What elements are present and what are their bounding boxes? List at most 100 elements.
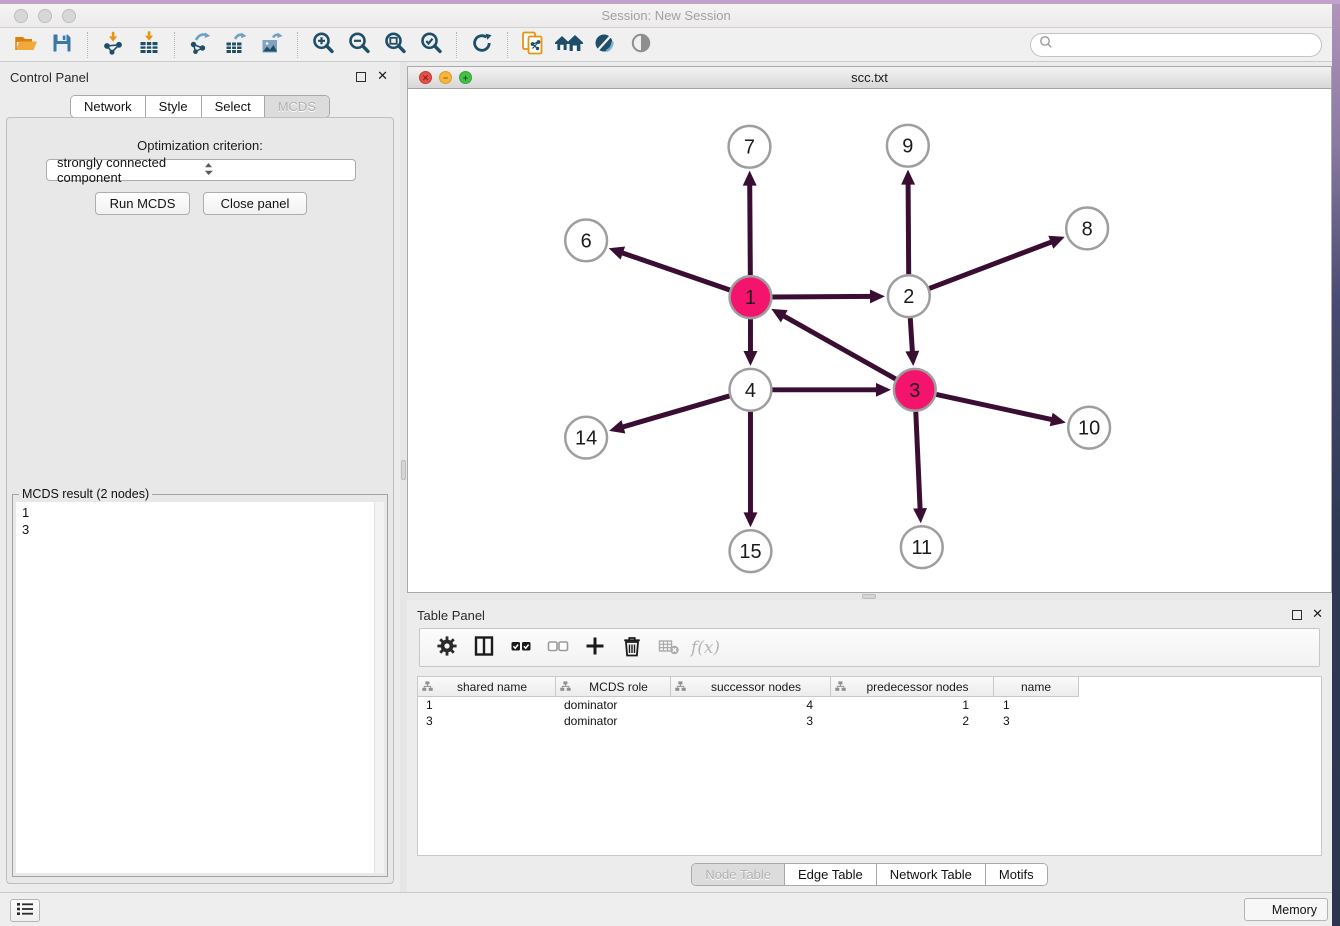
tab-network[interactable]: Network <box>71 96 146 117</box>
close-panel-icon[interactable]: ✕ <box>1312 606 1323 622</box>
float-panel-icon[interactable] <box>1292 610 1302 620</box>
sort-hierarchy-icon <box>422 681 433 692</box>
search-icon <box>1039 35 1053 54</box>
table-cell: dominator <box>556 697 671 713</box>
deselect-all-button[interactable] <box>539 632 576 664</box>
tab-mcds[interactable]: MCDS <box>265 96 329 117</box>
zoom-in-button[interactable] <box>305 30 341 60</box>
horizontal-splitter-handle[interactable] <box>862 594 876 599</box>
table-panel-header: Table Panel ✕ <box>407 600 1332 628</box>
table-row[interactable]: 3dominator323 <box>418 713 1321 729</box>
search-box[interactable] <box>1030 33 1322 57</box>
gear-icon <box>435 634 459 661</box>
import-table-button[interactable] <box>131 30 167 60</box>
table-cell: 1 <box>831 697 994 713</box>
graph-edge-2-3[interactable] <box>910 318 912 354</box>
table-settings-button[interactable] <box>428 632 465 664</box>
graph-edge-3-11[interactable] <box>916 412 920 512</box>
table-row[interactable]: 1dominator411 <box>418 697 1321 713</box>
graph-edge-4-14[interactable] <box>621 396 730 428</box>
apply-function-button[interactable]: f(x) <box>687 632 724 664</box>
chevron-up-down-icon <box>204 162 351 179</box>
home-layout-button[interactable] <box>551 30 587 60</box>
tab-style[interactable]: Style <box>146 96 202 117</box>
tab-motifs[interactable]: Motifs <box>986 864 1047 885</box>
column-header-shared-name[interactable]: shared name <box>418 677 556 697</box>
graph-edge-1-6[interactable] <box>620 252 730 290</box>
export-image-button[interactable] <box>254 30 290 60</box>
save-session-button[interactable] <box>44 30 80 60</box>
export-table-button[interactable] <box>218 30 254 60</box>
main-toolbar <box>0 28 1332 62</box>
zoom-out-button[interactable] <box>341 30 377 60</box>
zoom-selected-button[interactable] <box>413 30 449 60</box>
column-header-label: predecessor nodes <box>846 680 989 694</box>
import-network-icon <box>101 31 125 58</box>
select-all-button[interactable] <box>502 632 539 664</box>
result-line: 1 <box>22 504 367 521</box>
column-header-label: shared name <box>433 680 551 694</box>
vizmap-button[interactable] <box>587 30 623 60</box>
sort-hierarchy-icon <box>560 681 571 692</box>
tab-network-table[interactable]: Network Table <box>877 864 986 885</box>
graph-edge-3-10[interactable] <box>936 394 1054 420</box>
graph-edge-2-8[interactable] <box>929 241 1053 288</box>
tab-select[interactable]: Select <box>202 96 265 117</box>
delete-column-button[interactable] <box>613 632 650 664</box>
column-header-predecessor-nodes[interactable]: predecessor nodes <box>831 677 994 697</box>
show-columns-button[interactable] <box>465 632 502 664</box>
window-title: Session: New Session <box>0 8 1332 23</box>
zoom-fit-button[interactable] <box>377 30 413 60</box>
node-table-body: 1dominator4113dominator323 <box>418 697 1321 729</box>
tab-node-table[interactable]: Node Table <box>692 864 785 885</box>
memory-button[interactable]: Memory <box>1244 898 1328 921</box>
network-canvas-svg[interactable]: 7968124314101511 <box>408 89 1331 592</box>
task-history-button[interactable] <box>10 899 40 922</box>
toolbar-separator <box>507 32 508 58</box>
graph-edge-arrow-1-7 <box>743 171 757 186</box>
refresh-button[interactable] <box>464 30 500 60</box>
import-network-button[interactable] <box>95 30 131 60</box>
export-image-icon <box>260 31 284 58</box>
vertical-splitter[interactable] <box>400 62 407 892</box>
table-cell: 1 <box>418 697 556 713</box>
graph-edge-2-9[interactable] <box>908 182 909 275</box>
network-view-titlebar: ✕ − + scc.txt <box>408 67 1331 89</box>
window-titlebar: Session: New Session <box>0 4 1332 28</box>
column-header-name[interactable]: name <box>994 677 1079 697</box>
graph-edge-1-7[interactable] <box>750 183 751 276</box>
show-hide-button[interactable] <box>623 30 659 60</box>
column-header-successor-nodes[interactable]: successor nodes <box>671 677 831 697</box>
table-panel-tabs: Node TableEdge TableNetwork TableMotifs <box>691 863 1047 886</box>
optimization-criterion-dropdown[interactable]: strongly connected component <box>46 159 356 181</box>
horizontal-splitter[interactable] <box>407 593 1332 600</box>
tab-edge-table[interactable]: Edge Table <box>785 864 877 885</box>
zoom-fit-icon <box>383 31 407 58</box>
main-area: Control Panel ✕ NetworkStyleSelectMCDS O… <box>0 62 1332 892</box>
float-panel-icon[interactable] <box>356 72 366 82</box>
graph-edge-arrow-4-14 <box>609 420 625 433</box>
save-icon <box>50 31 74 58</box>
copy-style-button[interactable] <box>515 30 551 60</box>
control-panel-title: Control Panel <box>10 70 89 85</box>
close-panel-icon[interactable]: ✕ <box>377 68 388 84</box>
close-panel-button[interactable]: Close panel <box>203 192 307 215</box>
node-table: shared name MCDS role successor nodes prede… <box>417 676 1322 856</box>
function-icon: f(x) <box>691 638 720 658</box>
export-network-button[interactable] <box>182 30 218 60</box>
add-column-button[interactable] <box>576 632 613 664</box>
column-header-mcds-role[interactable]: MCDS role <box>556 677 671 697</box>
run-mcds-button[interactable]: Run MCDS <box>95 192 190 215</box>
vertical-splitter-handle[interactable] <box>401 460 406 480</box>
delete-table-button[interactable] <box>650 632 687 664</box>
graph-edge-1-2[interactable] <box>772 296 873 297</box>
table-cell: 3 <box>994 713 1079 729</box>
table-toolbar: f(x) <box>419 628 1320 667</box>
column-header-label: successor nodes <box>686 680 826 694</box>
open-session-button[interactable] <box>8 30 44 60</box>
right-region: ✕ − + scc.txt 7968124314101511 Table Pan… <box>407 62 1332 892</box>
mcds-result-area[interactable]: 13 <box>16 502 384 873</box>
search-input[interactable] <box>1053 38 1313 52</box>
graph-edge-3-1[interactable] <box>782 315 896 379</box>
result-scrollbar[interactable] <box>374 502 384 873</box>
